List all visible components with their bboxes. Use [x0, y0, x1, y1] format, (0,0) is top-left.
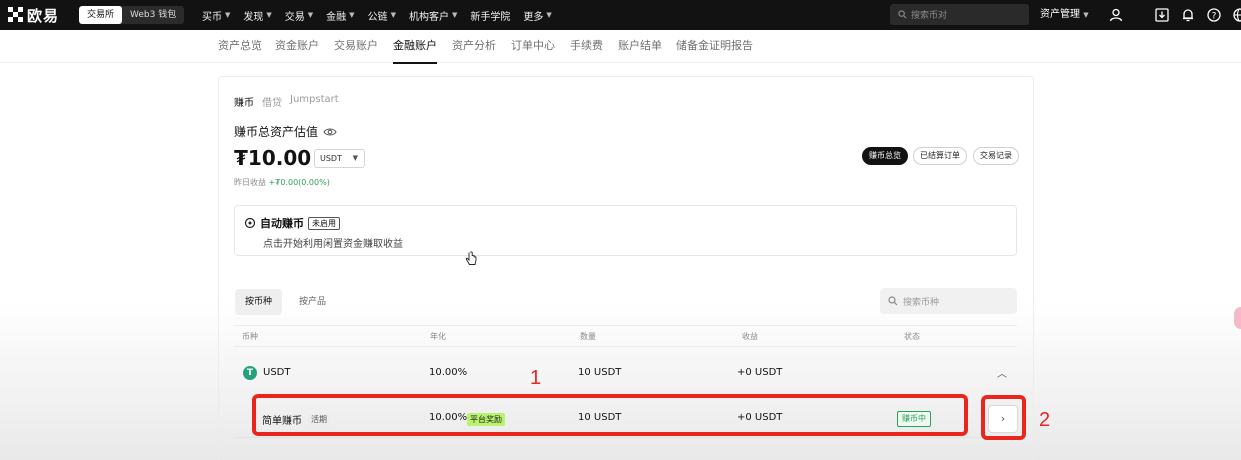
floating-widget[interactable]: [1234, 307, 1241, 329]
chevron-down-icon: ▼: [266, 11, 272, 19]
top-navbar: 欧易 交易所 Web3 钱包 买币 ▼ 发现 ▼ 交易 ▼ 金融 ▼ 公链 ▼ 机构客户 ▼…: [0, 0, 1241, 30]
highlight-box-2: [981, 395, 1026, 440]
usdt-coin-icon: T: [243, 366, 257, 380]
chevron-down-icon: ▼: [349, 11, 355, 19]
web3-wallet-tab[interactable]: Web3 钱包: [122, 6, 184, 24]
auto-earn-desc: 点击开始利用闲置资金赚取收益: [263, 239, 403, 250]
coin-quantity: 10 USDT: [578, 367, 622, 378]
eye-icon[interactable]: [323, 127, 337, 137]
search-icon: [898, 10, 907, 19]
chevron-down-icon: ▼: [1083, 11, 1089, 19]
not-enabled-badge: 未启用: [308, 216, 340, 230]
coin-search-input[interactable]: 搜索币种: [880, 288, 1017, 314]
col-coin: 币种: [242, 332, 258, 341]
trade-records-button[interactable]: 交易记录: [973, 147, 1019, 165]
tab-fees[interactable]: 手续费: [570, 30, 603, 62]
auto-earn-icon: [244, 217, 256, 229]
globe-icon[interactable]: [1232, 7, 1241, 23]
yesterday-income-value: +₮0.00(0.00%): [268, 178, 330, 187]
highlight-box-1: [252, 394, 968, 436]
tab-earn[interactable]: 赚币: [234, 94, 254, 109]
account-subnav: 资产总览 资金账户 交易账户 金融账户 资产分析 订单中心 手续费 账户结单 储…: [0, 30, 1241, 64]
coin-apr: 10.00%: [429, 367, 468, 378]
tab-loan[interactable]: 借贷: [262, 94, 282, 109]
tab-funding-account[interactable]: 资金账户: [275, 30, 319, 62]
annotation-label-1: 1: [530, 367, 542, 389]
chevron-down-icon: ▼: [352, 154, 358, 162]
asset-management-menu[interactable]: 资产管理 ▼: [1040, 0, 1089, 30]
tab-proof-of-reserves[interactable]: 储备金证明报告: [676, 30, 753, 62]
tab-statements[interactable]: 账户结单: [618, 30, 662, 62]
col-quantity: 数量: [580, 332, 596, 341]
auto-earn-card[interactable]: 自动赚币 未启用 点击开始利用闲置资金赚取收益: [234, 205, 1017, 256]
earn-overview-button[interactable]: 赚币总览: [862, 147, 908, 165]
menu-finance[interactable]: 金融 ▼: [326, 8, 354, 23]
menu-buy-crypto[interactable]: 买币 ▼: [202, 8, 230, 23]
tab-finance-account[interactable]: 金融账户: [393, 30, 437, 64]
top-icons: ?: [1108, 7, 1241, 23]
svg-text:?: ?: [1212, 11, 1217, 21]
annotation-label-2: 2: [1039, 409, 1051, 431]
earn-total-label: 赚币总资产估值: [234, 125, 319, 139]
hand-cursor-icon: [465, 251, 477, 265]
coin-name: USDT: [263, 367, 291, 378]
earn-total-title: 赚币总资产估值: [234, 123, 337, 140]
product-tabs: 赚币 借贷 Jumpstart: [234, 94, 339, 109]
tab-trading-account[interactable]: 交易账户: [334, 30, 378, 62]
filter-by-product-tab[interactable]: 按产品: [289, 289, 336, 315]
logo-mark-icon: [8, 7, 24, 23]
collapse-chevron-icon[interactable]: ︿: [997, 365, 1007, 380]
col-income: 收益: [742, 332, 758, 341]
chevron-down-icon: ▼: [307, 11, 314, 19]
tab-asset-analysis[interactable]: 资产分析: [452, 30, 496, 62]
coin-income: +0 USDT: [737, 367, 783, 378]
tab-jumpstart[interactable]: Jumpstart: [290, 94, 339, 109]
help-icon[interactable]: ?: [1206, 7, 1222, 23]
chevron-down-icon: ▼: [390, 11, 396, 19]
search-placeholder: 搜索币对: [911, 11, 948, 21]
col-apr: 年化: [430, 332, 446, 341]
chevron-down-icon: ▼: [546, 11, 552, 19]
exchange-tab[interactable]: 交易所: [79, 6, 123, 24]
chevron-down-icon: ▼: [225, 11, 231, 19]
settled-orders-button[interactable]: 已结算订单: [913, 147, 967, 165]
table-header: 币种 年化 数量 收益 状态: [234, 325, 1017, 347]
main-menu: 买币 ▼ 发现 ▼ 交易 ▼ 金融 ▼ 公链 ▼ 机构客户 ▼ 新手学院 更多 ▼: [202, 0, 565, 30]
menu-trade[interactable]: 交易 ▼: [285, 8, 313, 23]
exchange-wallet-switch: 交易所 Web3 钱包: [79, 6, 185, 24]
menu-institutional[interactable]: 机构客户 ▼: [409, 8, 457, 23]
pair-search-input[interactable]: 搜索币对: [890, 4, 1029, 25]
menu-more[interactable]: 更多 ▼: [523, 8, 551, 23]
menu-academy[interactable]: 新手学院: [470, 8, 510, 23]
menu-discover[interactable]: 发现 ▼: [243, 8, 271, 23]
yesterday-income: 昨日收益 +₮0.00(0.00%): [234, 178, 330, 187]
menu-chain[interactable]: 公链 ▼: [368, 8, 396, 23]
search-icon: [888, 296, 898, 306]
logo-text: 欧易: [27, 6, 60, 25]
filter-by-coin-tab[interactable]: 按币种: [235, 289, 283, 315]
tab-asset-overview[interactable]: 资产总览: [218, 30, 262, 62]
download-icon[interactable]: [1154, 7, 1170, 23]
total-amount: ₮10.00: [234, 146, 312, 170]
currency-select[interactable]: USDT ▼: [314, 149, 365, 168]
user-icon[interactable]: [1108, 7, 1124, 23]
col-status: 状态: [904, 332, 920, 341]
chevron-down-icon: ▼: [451, 11, 458, 19]
auto-earn-title: 自动赚币 未启用: [244, 215, 340, 231]
tab-order-center[interactable]: 订单中心: [511, 30, 555, 62]
bell-icon[interactable]: [1180, 7, 1196, 23]
okx-logo[interactable]: 欧易: [8, 6, 60, 25]
